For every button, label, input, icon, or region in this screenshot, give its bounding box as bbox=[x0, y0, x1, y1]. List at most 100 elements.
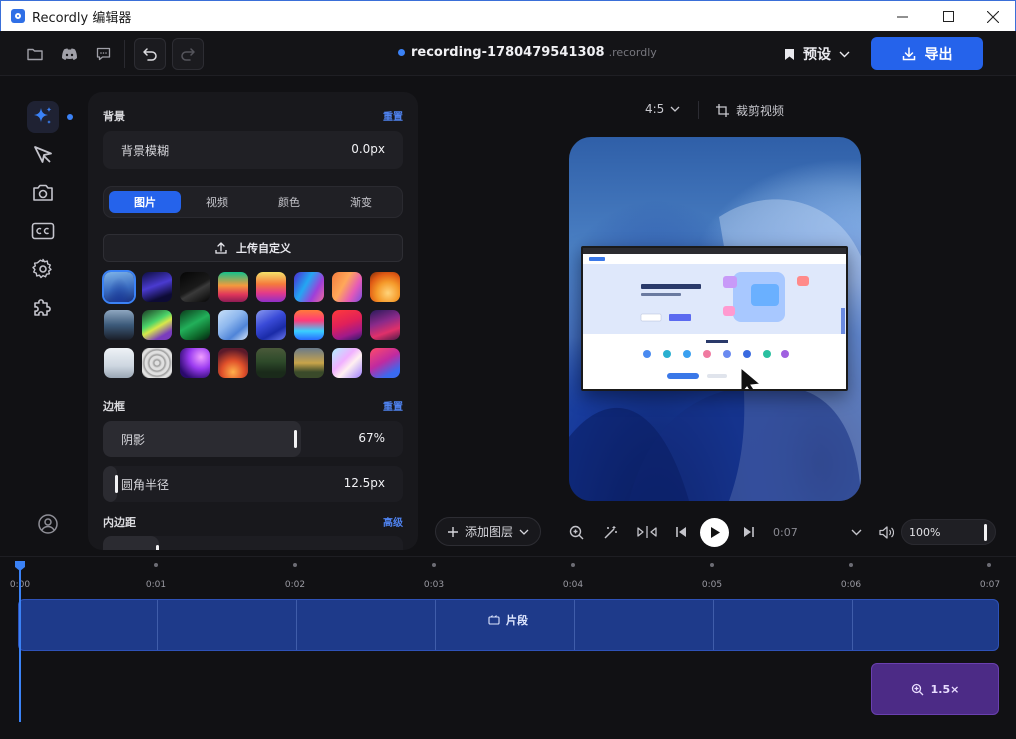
title-bar: Recordly 编辑器 bbox=[0, 0, 1016, 31]
wallpaper-thumb[interactable] bbox=[256, 272, 286, 302]
wallpaper-thumb[interactable] bbox=[218, 310, 248, 340]
wallpaper-thumb[interactable] bbox=[142, 310, 172, 340]
chevron-down-icon[interactable] bbox=[845, 521, 867, 543]
wallpaper-thumb[interactable] bbox=[294, 310, 324, 340]
corner-radius-slider[interactable]: 圆角半径 12.5px bbox=[103, 466, 403, 502]
wallpaper-thumb[interactable] bbox=[332, 310, 362, 340]
window-title: Recordly 编辑器 bbox=[32, 10, 132, 26]
film-icon bbox=[488, 615, 500, 625]
video-preview-canvas[interactable] bbox=[569, 137, 861, 501]
upload-custom-button[interactable]: 上传自定义 bbox=[103, 234, 403, 262]
shadow-slider[interactable]: 阴影 67% bbox=[103, 421, 403, 457]
zoom-clip[interactable]: 1.5× bbox=[871, 663, 999, 715]
preset-label: 预设 bbox=[803, 47, 831, 63]
wallpaper-thumb[interactable] bbox=[104, 348, 134, 378]
tick-label: 0:06 bbox=[840, 580, 862, 590]
padding-slider[interactable] bbox=[103, 536, 403, 550]
magic-wand-icon[interactable] bbox=[599, 521, 621, 543]
sparkle-icon[interactable] bbox=[27, 101, 59, 133]
maximize-button[interactable] bbox=[925, 1, 971, 32]
clip-divider bbox=[296, 600, 297, 650]
wallpaper-thumb[interactable] bbox=[256, 310, 286, 340]
wallpaper-thumb[interactable] bbox=[294, 272, 324, 302]
wallpaper-thumb[interactable] bbox=[104, 272, 134, 302]
aspect-ratio-dropdown[interactable]: 4:5 bbox=[645, 102, 680, 116]
padding-advanced-button[interactable]: 高级 bbox=[383, 514, 403, 529]
blur-value: 0.0px bbox=[351, 142, 385, 156]
wallpaper-thumb[interactable] bbox=[142, 272, 172, 302]
toolbar: recording-1780479541308 .recordly 预设 导出 bbox=[0, 31, 1016, 76]
captions-icon[interactable] bbox=[27, 215, 59, 247]
wallpaper-thumb[interactable] bbox=[218, 348, 248, 378]
unsaved-indicator bbox=[398, 49, 405, 56]
preset-dropdown[interactable]: 预设 bbox=[784, 44, 850, 64]
slider-handle[interactable] bbox=[294, 430, 297, 448]
wallpaper-thumb[interactable] bbox=[104, 310, 134, 340]
border-reset-button[interactable]: 重置 bbox=[383, 398, 403, 413]
feedback-icon[interactable] bbox=[89, 40, 117, 68]
toolbar-divider bbox=[124, 40, 125, 68]
aspect-ratio-value: 4:5 bbox=[645, 102, 665, 116]
wallpaper-thumb[interactable] bbox=[370, 272, 400, 302]
undo-icon[interactable] bbox=[134, 38, 166, 70]
playhead[interactable] bbox=[19, 562, 21, 722]
user-icon[interactable] bbox=[37, 513, 59, 535]
wallpaper-thumb[interactable] bbox=[180, 310, 210, 340]
volume-icon[interactable] bbox=[875, 521, 897, 543]
minimize-button[interactable] bbox=[879, 1, 925, 32]
wallpaper-thumb[interactable] bbox=[218, 272, 248, 302]
volume-slider[interactable]: 100% bbox=[901, 519, 996, 545]
add-layer-label: 添加图层 bbox=[464, 525, 513, 539]
tick-label: 0:05 bbox=[701, 580, 723, 590]
plus-icon bbox=[447, 526, 458, 537]
header-divider bbox=[698, 101, 699, 119]
zoom-in-icon[interactable] bbox=[565, 521, 587, 543]
slider-handle[interactable] bbox=[156, 545, 159, 550]
background-blur-field[interactable]: 背景模糊 0.0px bbox=[103, 131, 403, 169]
crop-video-button[interactable]: 裁剪视频 bbox=[716, 102, 784, 119]
wallpaper-thumb[interactable] bbox=[142, 348, 172, 378]
slider-handle[interactable] bbox=[984, 524, 987, 541]
play-button[interactable] bbox=[700, 518, 729, 547]
export-button[interactable]: 导出 bbox=[871, 37, 983, 70]
crop-icon bbox=[716, 104, 729, 117]
tab-video[interactable]: 视频 bbox=[181, 191, 253, 213]
clip-divider bbox=[157, 600, 158, 650]
cursor-icon[interactable] bbox=[27, 139, 59, 171]
puzzle-icon[interactable] bbox=[27, 291, 59, 323]
volume-value: 100% bbox=[909, 526, 941, 539]
redo-icon[interactable] bbox=[172, 38, 204, 70]
wallpaper-thumb[interactable] bbox=[294, 348, 324, 378]
clip-divider bbox=[713, 600, 714, 650]
skip-forward-icon[interactable] bbox=[738, 521, 760, 543]
tick-label: 0:02 bbox=[284, 580, 306, 590]
bookmark-icon bbox=[785, 48, 794, 60]
slider-fill bbox=[103, 536, 159, 550]
split-icon[interactable] bbox=[635, 521, 659, 543]
wallpaper-thumb[interactable] bbox=[332, 348, 362, 378]
wallpaper-thumb[interactable] bbox=[180, 348, 210, 378]
shadow-label: 阴影 bbox=[121, 433, 146, 447]
close-button[interactable] bbox=[970, 1, 1016, 32]
border-section-title: 边框 bbox=[103, 400, 125, 413]
add-layer-button[interactable]: 添加图层 bbox=[435, 517, 541, 546]
skip-back-icon[interactable] bbox=[670, 521, 692, 543]
chevron-down-icon bbox=[839, 51, 850, 57]
tab-gradient[interactable]: 渐变 bbox=[325, 191, 397, 213]
tab-color[interactable]: 颜色 bbox=[253, 191, 325, 213]
wallpaper-thumb[interactable] bbox=[332, 272, 362, 302]
radius-label: 圆角半径 bbox=[121, 478, 170, 492]
discord-icon[interactable] bbox=[55, 40, 83, 68]
background-reset-button[interactable]: 重置 bbox=[383, 108, 403, 123]
camera-icon[interactable] bbox=[27, 177, 59, 209]
wallpaper-thumb[interactable] bbox=[256, 348, 286, 378]
tab-image[interactable]: 图片 bbox=[109, 191, 181, 213]
wallpaper-thumb[interactable] bbox=[370, 310, 400, 340]
gear-icon[interactable] bbox=[27, 253, 59, 285]
video-clip-track[interactable]: 片段 bbox=[18, 599, 999, 651]
wallpaper-thumb[interactable] bbox=[370, 348, 400, 378]
slider-handle[interactable] bbox=[115, 475, 118, 493]
folder-icon[interactable] bbox=[21, 40, 49, 68]
recorded-screen-thumbnail bbox=[581, 246, 848, 391]
wallpaper-thumb[interactable] bbox=[180, 272, 210, 302]
